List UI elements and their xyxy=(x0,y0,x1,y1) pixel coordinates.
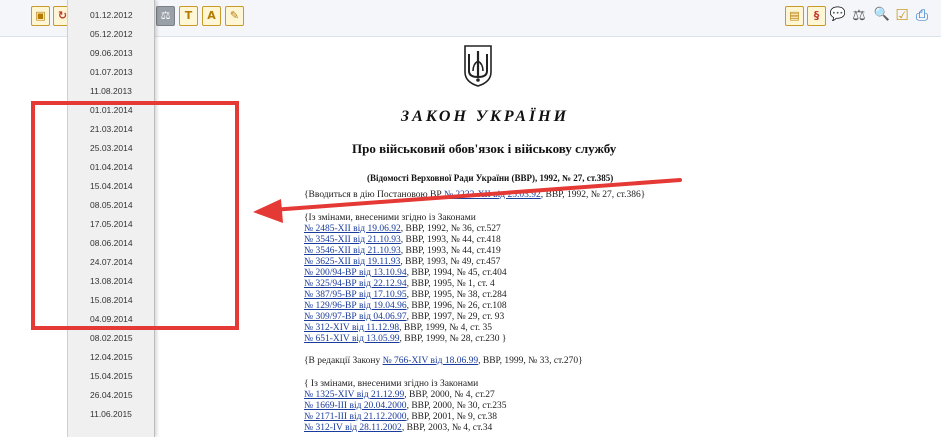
annotation-arrow xyxy=(253,178,682,223)
